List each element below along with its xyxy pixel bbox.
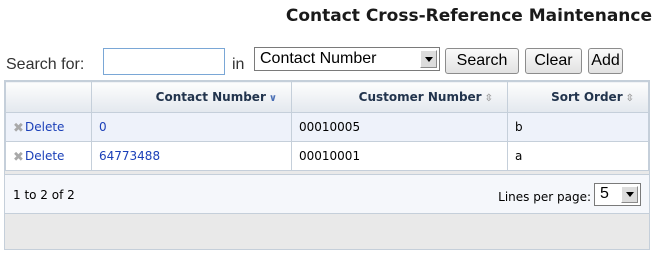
search-label: Search for: [6, 56, 85, 73]
add-button[interactable]: Add [588, 48, 623, 74]
pager-range: 1 to 2 of 2 [13, 188, 75, 202]
column-header-label: Sort Order [551, 90, 623, 104]
pager: 1 to 2 of 2 Lines per page: 5 [5, 174, 649, 214]
contact-number-link[interactable]: 0 [99, 120, 107, 134]
lines-per-page-label: Lines per page: [498, 190, 591, 204]
contact-number-link[interactable]: 64773488 [99, 149, 160, 163]
lines-per-page-select[interactable]: 5 [594, 183, 641, 206]
table-header-row: Contact Number ∨ Customer Number ⇳ Sort Or… [5, 81, 649, 113]
column-header-label: Contact Number [155, 90, 266, 104]
search-input[interactable] [103, 48, 225, 75]
column-header-contact-number[interactable]: Contact Number ∨ [91, 81, 292, 113]
delete-link[interactable]: Delete [25, 120, 64, 134]
sort-updown-icon: ⇳ [484, 93, 493, 104]
lines-per-page-value: 5 [600, 185, 609, 202]
in-label: in [232, 56, 245, 73]
customer-number-cell: 00010001 [291, 141, 508, 171]
chevron-down-icon[interactable] [621, 186, 638, 203]
column-header-action [5, 81, 92, 113]
clear-button[interactable]: Clear [525, 48, 582, 74]
table-row: ✖Delete 0 00010005 b [5, 112, 649, 142]
column-header-sort-order[interactable]: Sort Order ⇳ [507, 81, 649, 113]
search-button[interactable]: Search [445, 48, 519, 74]
sort-order-cell: a [507, 141, 649, 171]
sort-updown-icon: ⇳ [625, 93, 634, 104]
contact-number-cell[interactable]: 0 [91, 112, 292, 142]
customer-number-cell: 00010005 [291, 112, 508, 142]
column-header-label: Customer Number [358, 90, 482, 104]
search-field-selected: Contact Number [260, 50, 377, 67]
delete-cell[interactable]: ✖Delete [5, 141, 92, 171]
search-field-select[interactable]: Contact Number [254, 47, 440, 71]
chevron-down-icon: ∨ [268, 93, 277, 104]
delete-link[interactable]: Delete [25, 149, 64, 163]
chevron-down-icon[interactable] [420, 50, 437, 68]
delete-x-icon: ✖ [13, 121, 24, 136]
results-table: Contact Number ∨ Customer Number ⇳ Sort Or… [5, 81, 649, 171]
delete-x-icon: ✖ [13, 150, 24, 165]
delete-cell[interactable]: ✖Delete [5, 112, 92, 142]
contact-number-cell[interactable]: 64773488 [91, 141, 292, 171]
sort-order-cell: b [507, 112, 649, 142]
table-row: ✖Delete 64773488 00010001 a [5, 141, 649, 171]
page-title: Contact Cross-Reference Maintenance [285, 6, 652, 26]
results-grid: Contact Number ∨ Customer Number ⇳ Sort Or… [4, 80, 650, 250]
search-bar: Search for: in Contact Number Search Cle… [6, 46, 646, 76]
column-header-customer-number[interactable]: Customer Number ⇳ [291, 81, 508, 113]
